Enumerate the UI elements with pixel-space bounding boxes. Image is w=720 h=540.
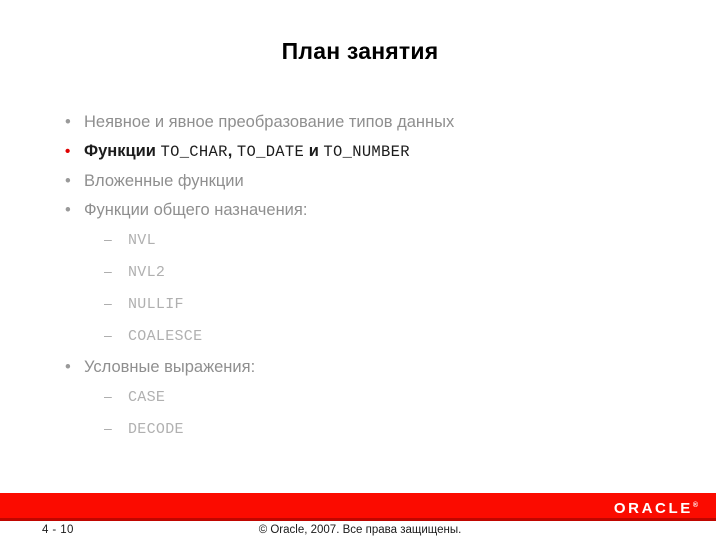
agenda-sub-item: – CASE xyxy=(60,386,680,408)
dash-bullet-icon: – xyxy=(104,388,112,404)
item-label: Неявное и явное преобразование типов дан… xyxy=(84,113,455,131)
dot-bullet-icon: • xyxy=(65,143,71,160)
footer-brand-bar: ORACLE® xyxy=(0,493,716,521)
dash-bullet-icon: – xyxy=(104,420,112,436)
dot-bullet-icon: • xyxy=(65,172,71,190)
code-text: NVL xyxy=(128,232,156,249)
agenda-item: • Неявное и явное преобразование типов да… xyxy=(60,112,680,133)
slide-canvas: План занятия • Неявное и явное преобразов… xyxy=(0,0,720,540)
dot-bullet-icon: • xyxy=(65,201,71,219)
code-text: NULLIF xyxy=(128,296,184,313)
agenda-item: • Вложенные функции xyxy=(60,171,680,192)
agenda-item: • Функции TO_CHAR, TO_DATE и TO_NUMBER xyxy=(60,141,680,163)
agenda-sub-item: – DECODE xyxy=(60,418,680,440)
item-label: Условные выражения: xyxy=(84,358,256,376)
oracle-logo-text: ORACLE xyxy=(613,500,693,517)
agenda-item: • Функции общего назначения: xyxy=(60,200,680,221)
trademark-icon: ® xyxy=(692,502,698,509)
item-label: и xyxy=(304,142,324,160)
dash-bullet-icon: – xyxy=(104,231,112,247)
agenda-sub-item: – NVL xyxy=(60,229,680,251)
oracle-logo: ORACLE® xyxy=(614,496,698,518)
page-title: План занятия xyxy=(281,38,439,64)
code-text: TO_DATE xyxy=(236,143,305,161)
item-label: , xyxy=(227,142,237,160)
agenda-item: • Условные выражения: xyxy=(60,357,680,378)
dot-bullet-icon: • xyxy=(65,358,71,376)
item-label: Вложенные функции xyxy=(84,172,244,190)
agenda-sub-item: – NULLIF xyxy=(60,293,680,315)
code-text: DECODE xyxy=(128,421,184,438)
agenda-sub-item: – NVL2 xyxy=(60,261,680,283)
code-text: CASE xyxy=(128,389,166,406)
agenda-list: • Неявное и явное преобразование типов да… xyxy=(60,112,680,450)
dash-bullet-icon: – xyxy=(104,295,112,311)
item-label: Функции общего назначения: xyxy=(84,201,308,219)
dash-bullet-icon: – xyxy=(104,263,112,279)
code-text: TO_CHAR xyxy=(160,143,228,161)
dot-bullet-icon: • xyxy=(65,113,71,131)
copyright-notice: © Oracle, 2007. Все права защищены. xyxy=(258,524,462,536)
agenda-sub-item: – COALESCE xyxy=(60,325,680,347)
code-text: TO_NUMBER xyxy=(323,143,410,161)
dash-bullet-icon: – xyxy=(104,327,112,343)
code-text: COALESCE xyxy=(128,328,203,345)
code-text: NVL2 xyxy=(128,264,166,281)
item-label: Функции xyxy=(84,142,161,160)
